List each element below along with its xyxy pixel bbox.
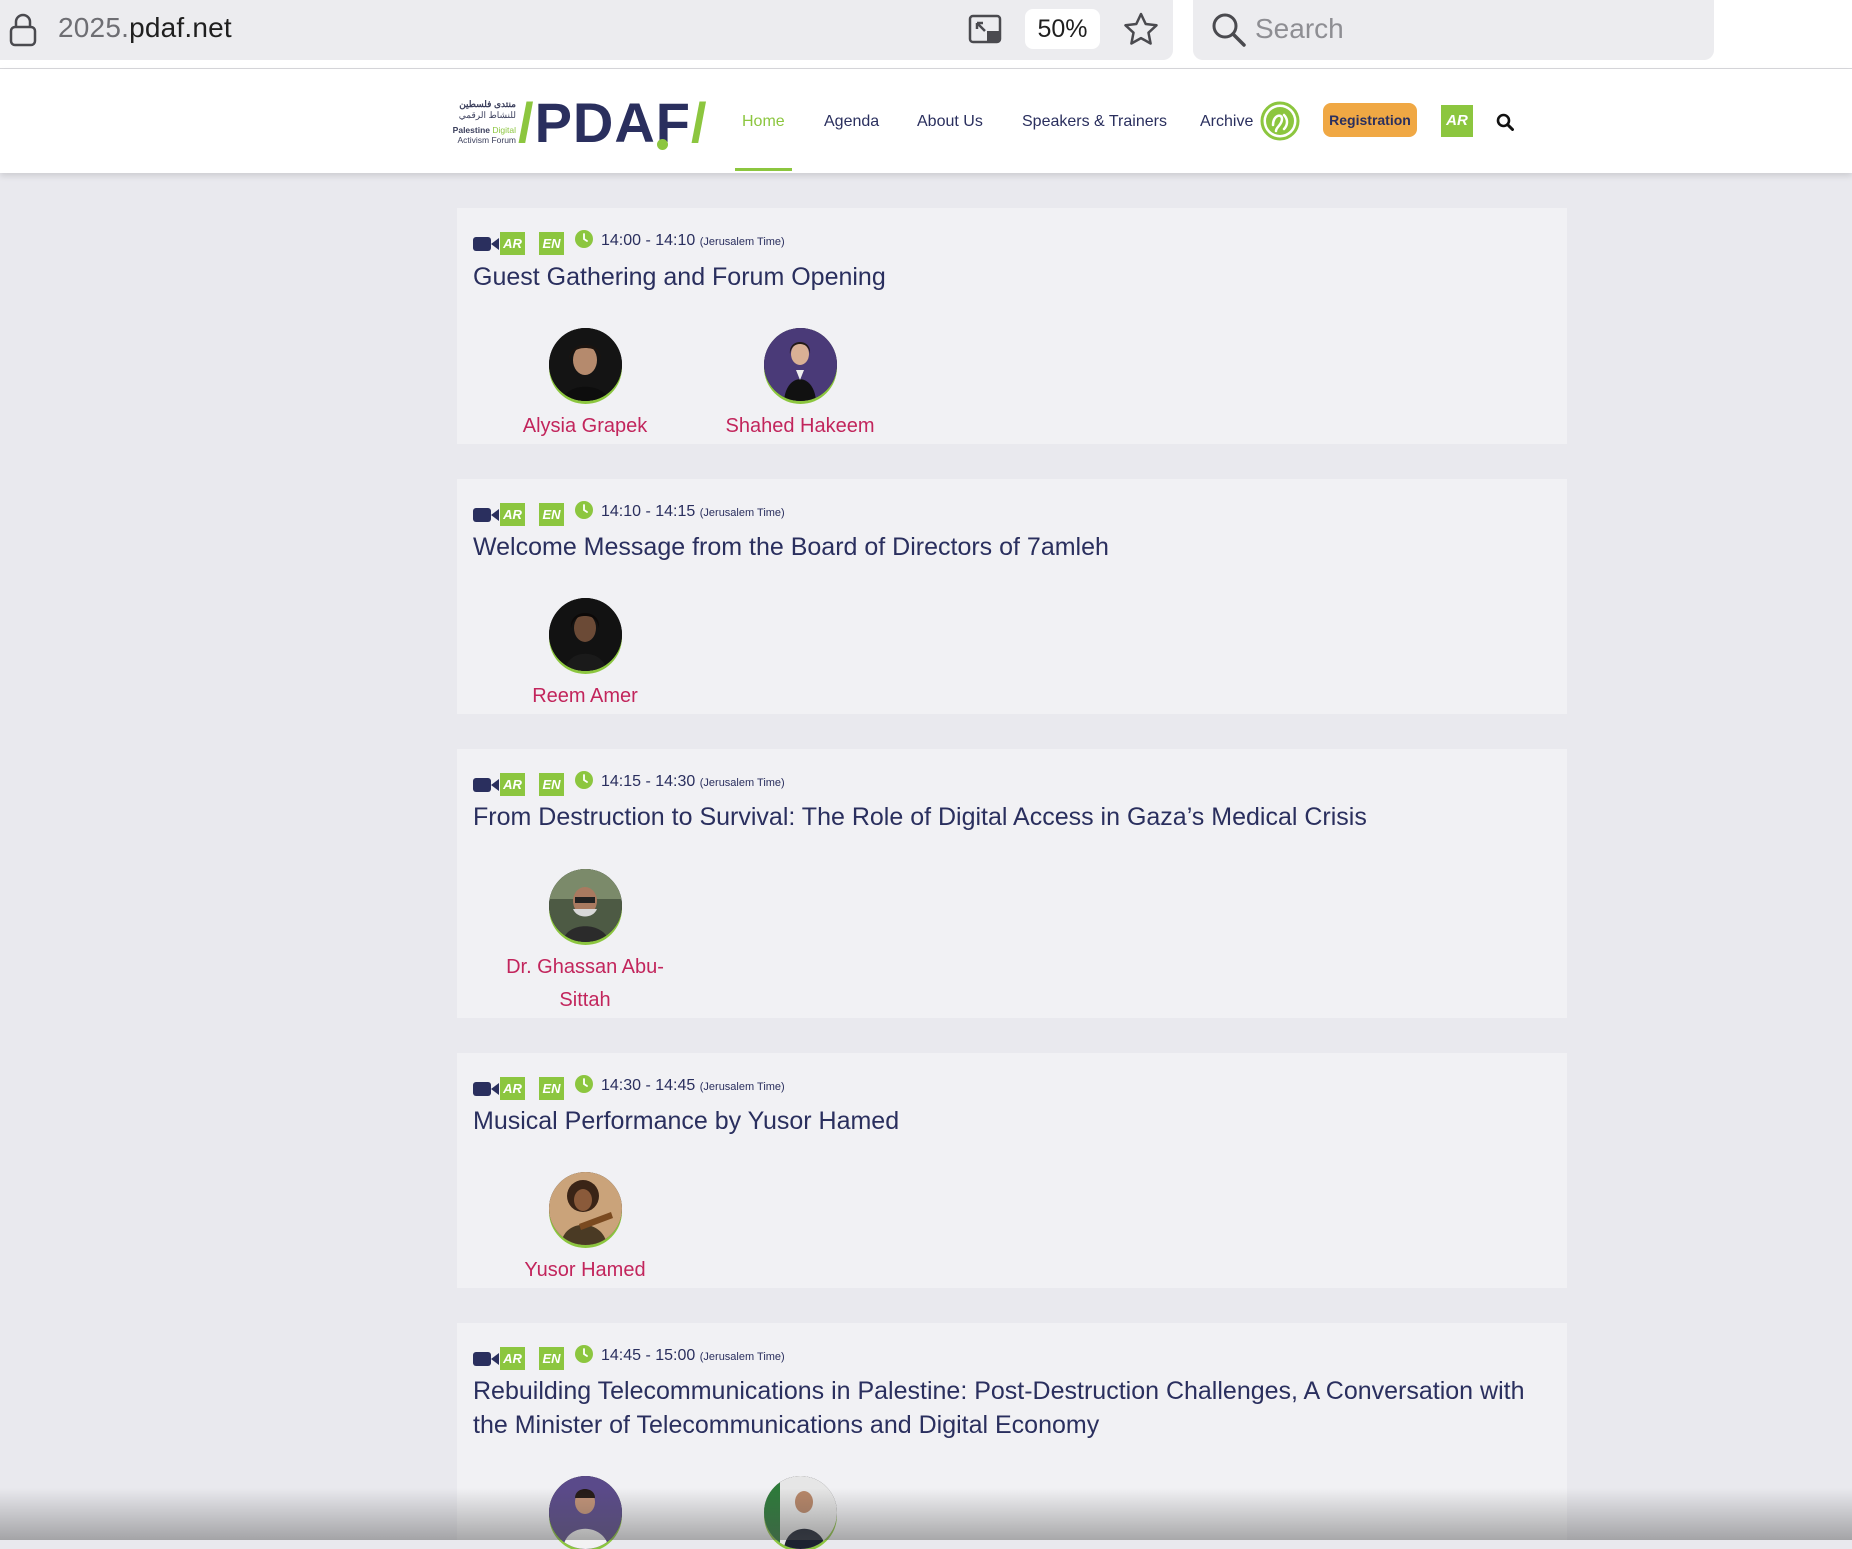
video-camera-icon <box>473 1082 499 1096</box>
nav-agenda[interactable]: Agenda <box>824 113 879 131</box>
session-time: 14:10 - 14:15 (Jerusalem Time) <box>601 503 785 520</box>
site-search-icon[interactable] <box>1496 113 1514 131</box>
speaker-avatar[interactable] <box>548 598 622 671</box>
speaker[interactable]: Shahed Hakeem <box>710 328 890 443</box>
session-card: AR EN 14:15 - 14:30 (Jerusalem Time) Fro… <box>457 749 1567 1018</box>
nav-speakers-trainers[interactable]: Speakers & Trainers <box>1022 113 1167 131</box>
logo-mark: /PDAF/ <box>518 91 708 154</box>
nav-home[interactable]: Home <box>742 113 785 131</box>
registration-button[interactable]: Registration <box>1323 103 1417 137</box>
arabic-language-tag: AR <box>500 1347 525 1370</box>
speaker-name[interactable]: Yusor Hamed <box>495 1254 675 1287</box>
english-language-tag: EN <box>539 1077 564 1100</box>
clock-icon <box>575 501 593 519</box>
nav-about-us[interactable]: About Us <box>917 113 983 131</box>
pdaf-logo[interactable]: منتدى فلسطين للنشاط الرقمي Palestine Digi… <box>452 93 707 153</box>
session-title[interactable]: Rebuilding Telecommunications in Palesti… <box>473 1374 1553 1442</box>
session-card: AR EN 14:30 - 14:45 (Jerusalem Time) Mus… <box>457 1053 1567 1288</box>
speaker[interactable]: Yusor Hamed <box>495 1172 675 1287</box>
active-nav-indicator <box>735 168 792 171</box>
speaker-avatar[interactable] <box>548 1476 622 1549</box>
bookmark-star-icon[interactable] <box>1122 11 1160 47</box>
session-time: 14:15 - 14:30 (Jerusalem Time) <box>601 773 785 790</box>
speaker-avatar[interactable] <box>548 869 622 942</box>
english-language-tag: EN <box>539 232 564 255</box>
search-icon <box>1212 13 1246 47</box>
arabic-language-tag: AR <box>500 232 525 255</box>
video-camera-icon <box>473 778 499 792</box>
video-camera-icon <box>473 508 499 522</box>
language-switch-button[interactable]: AR <box>1441 105 1473 137</box>
logo-dot <box>657 139 668 150</box>
session-title[interactable]: Musical Performance by Yusor Hamed <box>473 1104 1553 1138</box>
session-card: AR EN 14:10 - 14:15 (Jerusalem Time) Wel… <box>457 479 1567 714</box>
browser-search-box[interactable]: Search <box>1193 0 1714 60</box>
english-language-tag: EN <box>539 773 564 796</box>
speaker[interactable]: Reem Amer <box>495 598 675 713</box>
site-header: منتدى فلسطين للنشاط الرقمي Palestine Digi… <box>0 69 1852 173</box>
speaker-name[interactable]: Reem Amer <box>495 680 675 713</box>
session-title[interactable]: Welcome Message from the Board of Direct… <box>473 530 1553 564</box>
speaker-name[interactable]: Dr. Ghassan Abu- Sittah <box>495 951 675 1017</box>
clock-icon <box>575 771 593 789</box>
url-text[interactable]: 2025.pdaf.net <box>58 12 232 44</box>
arabic-language-tag: AR <box>500 773 525 796</box>
session-title[interactable]: Guest Gathering and Forum Opening <box>473 260 1553 294</box>
clock-icon <box>575 1075 593 1093</box>
english-language-tag: EN <box>539 503 564 526</box>
arabic-language-tag: AR <box>500 1077 525 1100</box>
speaker-avatar[interactable] <box>548 1172 622 1245</box>
session-card: AR EN 14:00 - 14:10 (Jerusalem Time) Gue… <box>457 208 1567 444</box>
arabic-language-tag: AR <box>500 503 525 526</box>
speaker[interactable] <box>710 1476 890 1549</box>
logo-arabic-text: منتدى فلسطين للنشاط الرقمي <box>458 99 516 120</box>
picture-in-picture-icon[interactable] <box>968 13 1004 47</box>
zoom-level[interactable]: 50% <box>1025 9 1100 49</box>
browser-toolbar: 2025.pdaf.net 50% Search <box>0 0 1852 69</box>
speaker-name[interactable]: Shahed Hakeem <box>710 410 890 443</box>
session-time: 14:45 - 15:00 (Jerusalem Time) <box>601 1347 785 1364</box>
speaker[interactable]: Alysia Grapek <box>495 328 675 443</box>
english-language-tag: EN <box>539 1347 564 1370</box>
session-title[interactable]: From Destruction to Survival: The Role o… <box>473 800 1553 834</box>
speaker[interactable] <box>495 1476 675 1549</box>
nav-archive[interactable]: Archive <box>1200 113 1253 131</box>
clock-icon <box>575 1345 593 1363</box>
speaker-name[interactable]: Alysia Grapek <box>495 410 675 443</box>
speaker-avatar[interactable] <box>548 328 622 401</box>
clock-icon <box>575 230 593 248</box>
address-bar[interactable]: 2025.pdaf.net 50% <box>0 0 1173 60</box>
session-time: 14:30 - 14:45 (Jerusalem Time) <box>601 1077 785 1094</box>
session-card: AR EN 14:45 - 15:00 (Jerusalem Time) Reb… <box>457 1323 1567 1549</box>
speaker-avatar[interactable] <box>763 1476 837 1549</box>
lock-icon <box>9 13 37 47</box>
video-camera-icon <box>473 1352 499 1366</box>
archive-emblem-icon[interactable] <box>1260 101 1300 141</box>
session-time: 14:00 - 14:10 (Jerusalem Time) <box>601 232 785 249</box>
logo-english-text: Palestine Digital Activism Forum <box>452 125 516 145</box>
speaker-avatar[interactable] <box>763 328 837 401</box>
video-camera-icon <box>473 237 499 251</box>
search-placeholder[interactable]: Search <box>1255 13 1344 45</box>
speaker[interactable]: Dr. Ghassan Abu- Sittah <box>495 869 675 1017</box>
